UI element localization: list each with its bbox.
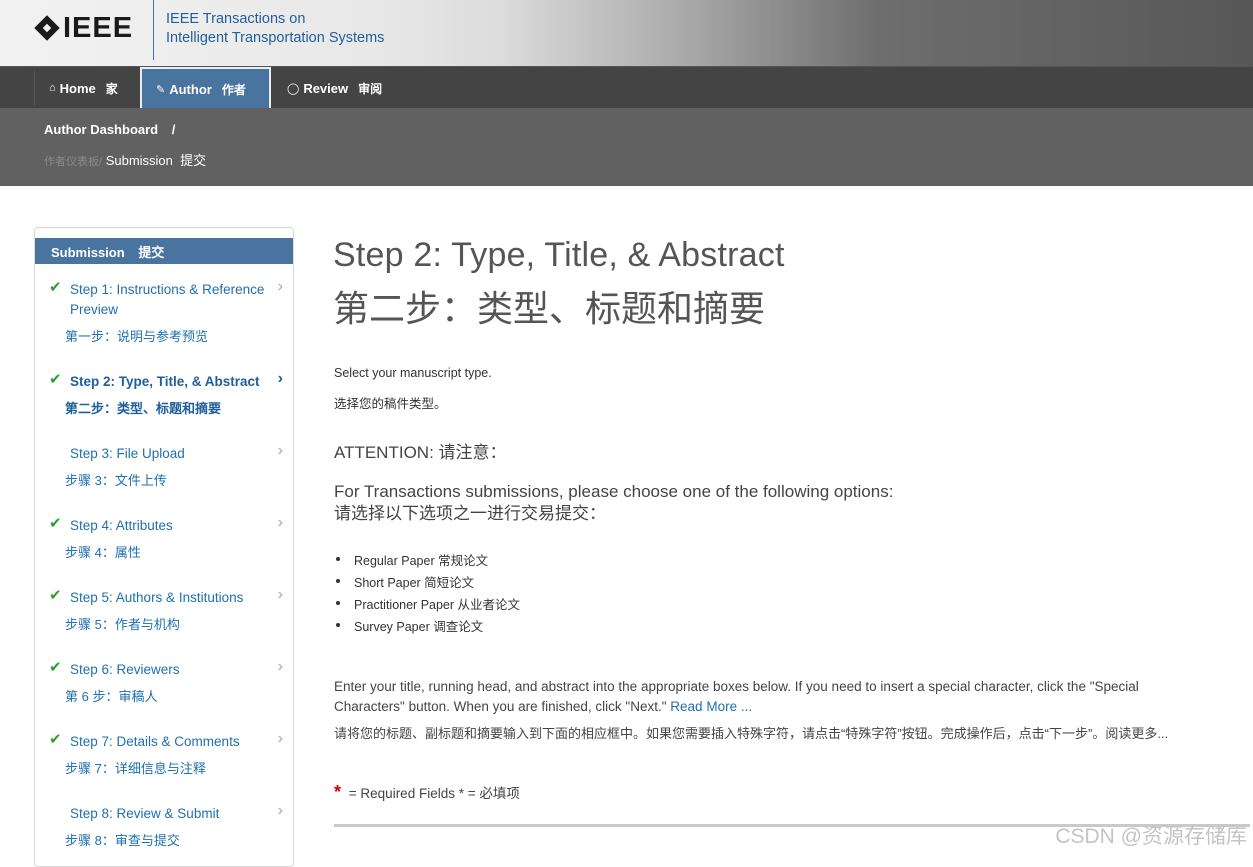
watermark: CSDN @资源存储库 [1055,825,1247,848]
list-item: Practitioner Paper 从业者论文 [334,592,520,614]
bullet-icon [336,623,340,627]
select-type-text: Select your manuscript type. [334,366,492,380]
step-label-cn: 步骤 3：文件上传 [65,473,167,488]
journal-title[interactable]: IEEE Transactions on Intelligent Transpo… [166,10,384,48]
required-fields-label: = Required Fields * = 必填项 [348,786,520,801]
home-icon: ⌂ [49,82,56,94]
list-item: Survey Paper 调查论文 [334,614,520,636]
sidebar-title-label: Submission [51,245,125,260]
check-icon: ✔ [49,515,62,532]
manuscript-type-list: Regular Paper 常规论文 Short Paper 简短论文 Prac… [334,548,520,636]
required-fields-note: * = Required Fields * = 必填项 [334,782,520,803]
list-item-label: Practitioner Paper 从业者论文 [354,597,521,612]
ieee-diamond-icon [34,15,60,41]
chevron-right-icon: › [277,278,283,295]
site-header: IEEE IEEE Transactions on Intelligent Tr… [0,0,1253,66]
breadcrumb: Author Dashboard / 作者仪表板/ Submission 提交 [0,108,1253,186]
list-item-label: Short Paper 简短论文 [354,575,475,590]
list-item-label: Survey Paper 调查论文 [354,619,484,634]
journal-line-2: Intelligent Transportation Systems [166,30,385,46]
breadcrumb-current-cn: 提交 [180,153,207,168]
chevron-right-icon: › [277,802,283,819]
nav-review-label: Review [303,80,349,96]
instructions-text-cn: 请将您的标题、副标题和摘要输入到下面的相应框中。如果您需要插入特殊字符，请点击“… [334,726,1169,741]
logo-text: IEEE [63,11,134,44]
nav-review-cn: 审阅 [358,81,383,96]
step-label: Step 3: File Upload [70,446,185,461]
options-intro-en: For Transactions submissions, please cho… [334,482,894,501]
breadcrumb-separator: / [171,122,176,137]
options-intro-cn: 请选择以下选项之一进行交易提交： [334,504,606,523]
breadcrumb-current: Submission [105,153,173,168]
nav-divider [34,71,35,105]
select-type-text-cn: 选择您的稿件类型。 [334,397,447,411]
breadcrumb-author-dashboard-cn[interactable]: 作者仪表板 [44,156,99,168]
step-label-cn: 步骤 5：作者与机构 [65,617,180,632]
chevron-right-icon: › [277,370,283,387]
check-icon: ✔ [49,371,62,388]
nav-review[interactable]: ◯ Review 审阅 [287,67,382,109]
step-label-cn: 第一步：说明与参考预览 [65,329,209,344]
header-divider [153,0,154,60]
list-item-label: Regular Paper 常规论文 [354,553,489,568]
chevron-right-icon: › [277,586,283,603]
page-title-cn: 第二步：类型、标题和摘要 [333,288,766,329]
step-label-cn: 第二步：类型、标题和摘要 [65,401,222,416]
step-label: Step 2: Type, Title, & Abstract [70,374,260,389]
nav-author-label: Author [169,81,212,97]
journal-line-1: IEEE Transactions on [166,11,306,27]
nav-home[interactable]: ⌂ Home 家 [49,67,118,109]
submission-steps-sidebar: Submission 提交 ✔ Step 1: Instructions & R… [34,227,294,867]
step-label-cn: 步骤 8：审查与提交 [65,833,180,848]
breadcrumb-author-dashboard[interactable]: Author Dashboard [44,122,158,137]
page-title: Step 2: Type, Title, & Abstract [333,236,785,274]
nav-home-label: Home [59,80,96,96]
chevron-right-icon: › [277,730,283,747]
breadcrumb-cn-separator: / [99,156,103,168]
bullet-icon [336,579,340,583]
check-icon: ✔ [49,731,62,748]
attention-heading: ATTENTION: 请注意： [334,443,507,462]
list-item: Short Paper 简短论文 [334,570,520,592]
step-label: Step 7: Details & Comments [70,734,240,749]
step-label: Step 5: Authors & Institutions [70,590,244,605]
step-label-cn: 步骤 4：属性 [65,545,141,560]
bullet-icon [336,601,340,605]
sidebar-title: Submission 提交 [35,238,293,264]
step-label-cn: 步骤 7：详细信息与注释 [65,761,206,776]
nav-author-cn: 作者 [221,82,246,97]
check-icon: ✔ [49,659,62,676]
nav-author[interactable]: ✎ Author 作者 [140,67,271,111]
check-icon: ✔ [49,279,62,296]
step-label: Step 6: Reviewers [70,662,180,677]
check-icon: ✔ [49,587,62,604]
speech-bubble-icon: ◯ [287,82,300,95]
instructions-text: Enter your title, running head, and abst… [334,677,1194,717]
nav-home-cn: 家 [105,81,118,96]
read-more-link[interactable]: Read More ... [670,699,752,714]
step-label: Step 1: Instructions & Reference Preview [70,282,265,317]
top-nav: ⌂ Home 家 ✎ Author 作者 ◯ Review 审阅 [0,66,1253,111]
pencil-icon: ✎ [156,83,166,96]
chevron-right-icon: › [277,658,283,675]
required-star-icon: * [334,782,342,802]
ieee-logo[interactable]: IEEE [34,12,133,44]
options-intro: For Transactions submissions, please cho… [334,481,893,525]
list-item: Regular Paper 常规论文 [334,548,520,570]
chevron-right-icon: › [277,514,283,531]
step-label: Step 8: Review & Submit [70,806,220,821]
step-label: Step 4: Attributes [70,518,173,533]
chevron-right-icon: › [277,442,283,459]
sidebar-title-cn: 提交 [138,245,165,260]
breadcrumb-level1: Author Dashboard / [44,122,175,137]
step-label-cn: 第 6 步：审稿人 [65,689,158,704]
bullet-icon [336,557,340,561]
breadcrumb-level2: 作者仪表板/ Submission 提交 [44,150,206,169]
